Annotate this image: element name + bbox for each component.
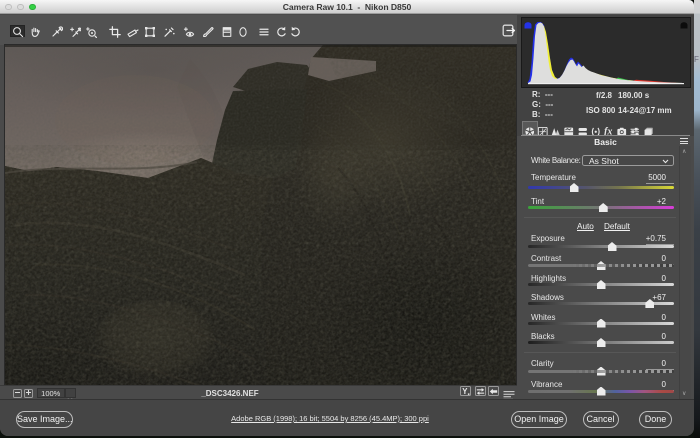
svg-text:Y: Y xyxy=(462,387,468,396)
